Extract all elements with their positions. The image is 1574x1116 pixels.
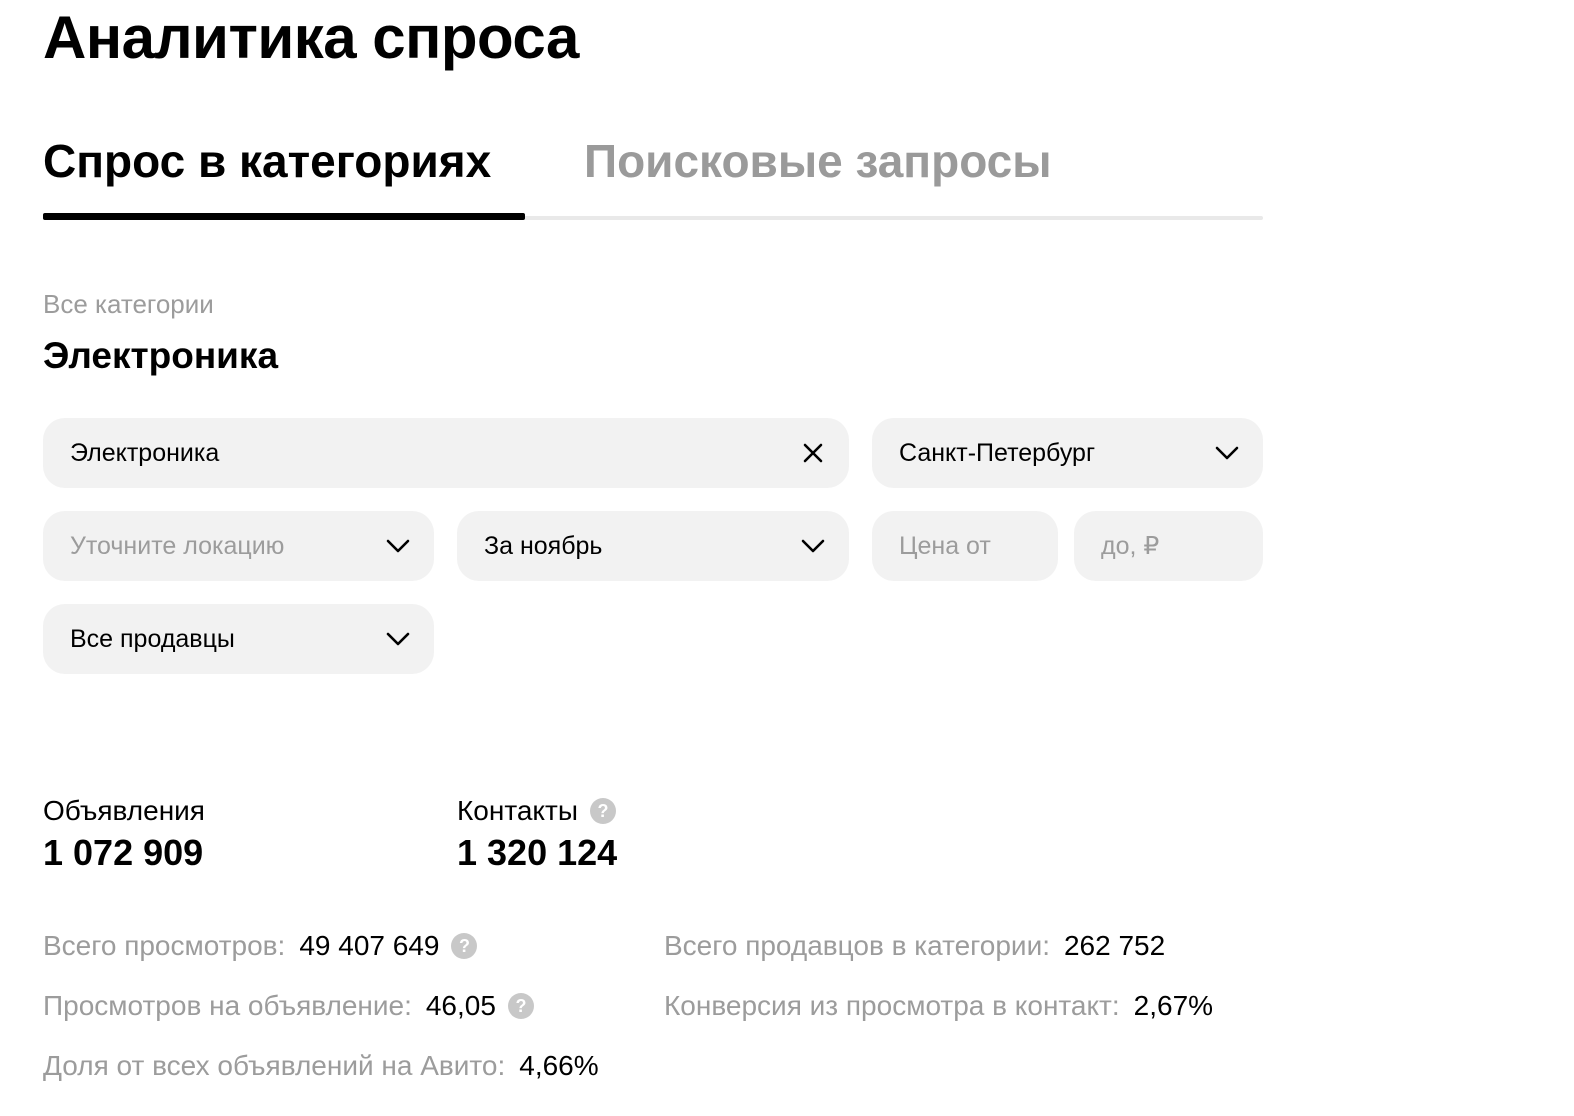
- region-value: Санкт-Петербург: [899, 438, 1096, 467]
- price-from-field[interactable]: [872, 511, 1058, 581]
- stat-listings: Объявления 1 072 909: [43, 794, 205, 874]
- metric-value: 2,67%: [1133, 990, 1214, 1021]
- sellers-value: Все продавцы: [70, 624, 235, 653]
- tab-label: Спрос в категориях: [43, 135, 492, 187]
- tabs: Спрос в категориях Поисковые запросы: [43, 128, 1263, 222]
- tab-label: Поисковые запросы: [584, 135, 1052, 187]
- stat-contacts: Контакты ? 1 320 124: [457, 794, 617, 874]
- metric-value: 4,66%: [519, 1050, 599, 1081]
- help-icon[interactable]: ?: [507, 993, 534, 1019]
- stat-listings-value: 1 072 909: [43, 832, 204, 873]
- sellers-select[interactable]: Все продавцы: [43, 604, 434, 674]
- metric-conversion: Конверсия из просмотра в контакт: 2,67%: [664, 989, 1213, 1023]
- metric-total-views: Всего просмотров: 49 407 649 ?: [43, 929, 478, 963]
- stat-contacts-label: Контакты: [457, 795, 578, 826]
- period-select[interactable]: За ноябрь: [457, 511, 849, 581]
- section-title: Электроника: [43, 335, 279, 376]
- metric-label: Просмотров на объявление:: [43, 990, 412, 1021]
- stat-contacts-label-row: Контакты ?: [457, 794, 617, 828]
- metric-total-sellers: Всего продавцов в категории: 262 752: [664, 929, 1165, 963]
- chevron-down-icon: [384, 625, 412, 653]
- help-icon[interactable]: ?: [451, 933, 478, 959]
- stat-listings-label: Объявления: [43, 795, 205, 826]
- help-icon[interactable]: ?: [589, 798, 616, 824]
- clear-icon[interactable]: [799, 439, 827, 467]
- price-from-input[interactable]: [899, 531, 1036, 561]
- metric-label: Конверсия из просмотра в контакт:: [664, 990, 1120, 1021]
- breadcrumb-all-categories[interactable]: Все категории: [43, 288, 214, 320]
- period-value: За ноябрь: [484, 531, 603, 560]
- tab-active-indicator: [43, 213, 525, 220]
- chevron-down-icon: [1213, 439, 1241, 467]
- category-value: Электроника: [70, 438, 220, 467]
- tab-demand-in-categories[interactable]: Спрос в категориях: [43, 128, 525, 220]
- category-field[interactable]: Электроника: [43, 418, 849, 488]
- metric-value: 46,05: [425, 990, 496, 1021]
- metric-label: Доля от всех объявлений на Авито:: [43, 1050, 506, 1081]
- stat-contacts-value: 1 320 124: [457, 832, 618, 873]
- page-title: Аналитика спроса: [43, 4, 579, 71]
- price-to-input[interactable]: [1101, 531, 1241, 561]
- chevron-down-icon: [384, 532, 412, 560]
- metric-views-per-listing: Просмотров на объявление: 46,05 ?: [43, 989, 534, 1023]
- tab-search-queries[interactable]: Поисковые запросы: [584, 128, 1052, 220]
- location-placeholder: Уточните локацию: [70, 531, 285, 560]
- price-to-field[interactable]: [1074, 511, 1263, 581]
- metric-label: Всего продавцов в категории:: [664, 930, 1050, 961]
- chevron-down-icon: [799, 532, 827, 560]
- metric-value: 262 752: [1063, 930, 1166, 961]
- location-select[interactable]: Уточните локацию: [43, 511, 434, 581]
- metric-value: 49 407 649: [299, 930, 440, 961]
- metric-share-of-all: Доля от всех объявлений на Авито: 4,66%: [43, 1049, 599, 1083]
- region-select[interactable]: Санкт-Петербург: [872, 418, 1263, 488]
- metric-label: Всего просмотров:: [43, 930, 286, 961]
